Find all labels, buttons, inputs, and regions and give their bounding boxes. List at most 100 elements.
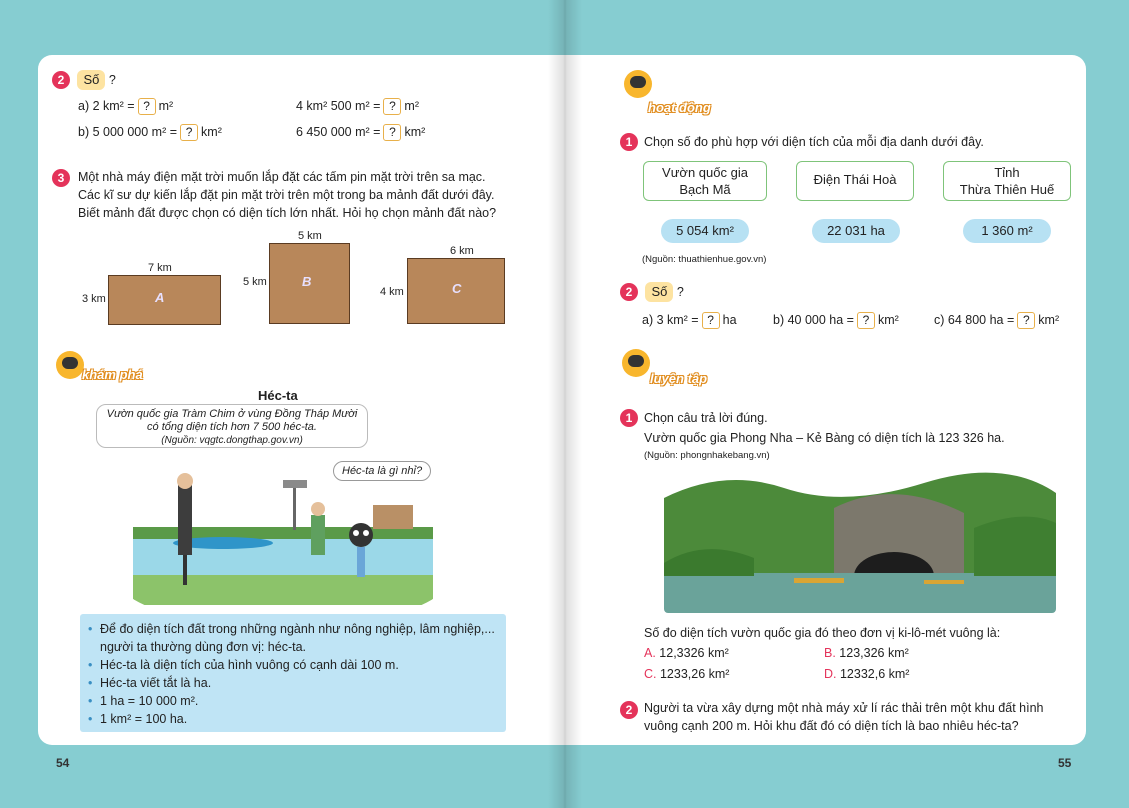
plot-b-width: 5 km xyxy=(298,230,322,242)
ex3-line-2: Các kĩ sư dự kiến lắp đặt pin mặt trời t… xyxy=(78,188,495,202)
explore-title: khám phá xyxy=(82,367,143,382)
item-text: a) 3 km² = xyxy=(642,313,699,327)
plot-c-height: 4 km xyxy=(380,286,404,298)
place-line-1: Vườn quốc gia xyxy=(662,165,748,180)
item-text: c) 64 800 ha = xyxy=(934,313,1015,327)
activity-ex2-item-b: b) 40 000 ha =? km² xyxy=(773,311,899,330)
activity-ex2-label: Số xyxy=(645,282,674,302)
activity-ex1-number: 1 xyxy=(620,133,638,151)
area-pill-2[interactable]: 22 031 ha xyxy=(812,219,900,243)
activity-ex2-number: 2 xyxy=(620,283,638,301)
option-value: 12,3326 km² xyxy=(659,646,729,660)
answer-box[interactable]: ? xyxy=(180,124,199,142)
option-key: B. xyxy=(824,646,836,660)
option-d[interactable]: D. 12332,6 km² xyxy=(824,667,909,681)
robot-icon xyxy=(624,70,652,98)
ex2-d-unit: km² xyxy=(404,125,426,139)
answer-box[interactable]: ? xyxy=(383,98,402,116)
speech-bubble: Héc-ta là gì nhỉ? xyxy=(333,461,432,481)
activity-ex2-header: 2 Số ? xyxy=(620,282,684,302)
info-line: Để đo diện tích đất trong những ngành nh… xyxy=(88,620,496,638)
item-unit: km² xyxy=(1038,313,1060,327)
plot-a-height: 3 km xyxy=(82,293,106,305)
book-spread: 2 Số ? a) 2 km² =? m² b) 5 000 000 m² =? k… xyxy=(0,0,1129,808)
book-gutter xyxy=(548,0,582,808)
info-line-continued: người ta thường dùng đơn vị: héc-ta. xyxy=(100,640,307,654)
plot-b-height: 5 km xyxy=(243,276,267,288)
ex2-item-c: 4 km² 500 m² =? m² xyxy=(296,97,419,116)
practice-ex2-text: Người ta vừa xây dựng một nhà máy xử lí … xyxy=(644,699,1074,735)
place-card-bach-ma[interactable]: Vườn quốc gia Bạch Mã xyxy=(643,161,767,201)
place-line-2: Bạch Mã xyxy=(679,182,731,197)
park-scene-svg xyxy=(133,465,433,605)
ex2-question-mark: ? xyxy=(108,73,116,87)
option-key: D. xyxy=(824,667,837,681)
practice-ex1-fact: Vườn quốc gia Phong Nha – Kẻ Bàng có diệ… xyxy=(644,431,1005,445)
cave-photo xyxy=(664,468,1056,613)
right-page: hoạt động 1 Chọn số đo phù hợp với diện … xyxy=(562,55,1086,745)
practice-title: luyện tập xyxy=(650,371,708,386)
ex3-line-1: Một nhà máy điện mặt trời muốn lắp đặt c… xyxy=(78,170,486,184)
ex2-item-d: 6 450 000 m² =? km² xyxy=(296,123,426,142)
ex3-line-3: Biết mảnh đất được chọn có diện tích lớn… xyxy=(78,206,497,220)
ex2-label: Số xyxy=(77,70,106,90)
robot-icon xyxy=(56,351,84,379)
place-card-thai-hoa[interactable]: Điện Thái Hoà xyxy=(796,161,914,201)
practice-ex1-question: Số đo diện tích vườn quốc gia đó theo đơ… xyxy=(644,626,1001,640)
option-key: C. xyxy=(644,667,657,681)
activity-ex1-text: Chọn số đo phù hợp với diện tích của mỗi… xyxy=(644,135,984,149)
answer-box[interactable]: ? xyxy=(383,124,402,142)
ex2-number: 2 xyxy=(52,71,70,89)
place-line-2: Thừa Thiên Huế xyxy=(959,182,1055,197)
answer-box[interactable]: ? xyxy=(856,312,875,330)
option-a[interactable]: A. 12,3326 km² xyxy=(644,646,729,660)
place-card-thua-thien-hue[interactable]: Tỉnh Thừa Thiên Huế xyxy=(943,161,1071,201)
option-key: A. xyxy=(644,646,656,660)
option-c[interactable]: C. 1233,26 km² xyxy=(644,667,729,681)
page-number-right: 55 xyxy=(1058,756,1072,770)
option-b[interactable]: B. 123,326 km² xyxy=(824,646,909,660)
ex2-b-text: b) 5 000 000 m² = xyxy=(78,125,178,139)
ex2-c-text: 4 km² 500 m² = xyxy=(296,99,381,113)
answer-box[interactable]: ? xyxy=(137,98,156,116)
quote-line-2: có tổng diện tích hơn 7 500 héc-ta. xyxy=(147,421,317,433)
item-unit: ha xyxy=(722,313,737,327)
cave-photo-svg xyxy=(664,468,1056,613)
plot-a-width: 7 km xyxy=(148,262,172,274)
plot-a: A xyxy=(108,275,221,325)
answer-box[interactable]: ? xyxy=(701,312,720,330)
place-line-1: Điện Thái Hoà xyxy=(813,172,897,187)
ex2-a-text: a) 2 km² = xyxy=(78,99,135,113)
quote-line-1: Vườn quốc gia Tràm Chim ở vùng Đồng Tháp… xyxy=(106,408,358,420)
plot-a-letter: A xyxy=(155,290,165,305)
ex3-number: 3 xyxy=(52,169,70,187)
activity-ex2-question-mark: ? xyxy=(676,285,684,299)
area-pill-1[interactable]: 5 054 km² xyxy=(661,219,749,243)
plot-b-letter: B xyxy=(302,274,312,289)
option-value: 12332,6 km² xyxy=(839,667,910,681)
plot-c: C xyxy=(407,258,505,324)
ex2-b-unit: km² xyxy=(201,125,222,139)
plot-b: B xyxy=(269,243,350,324)
option-value: 1233,26 km² xyxy=(659,667,730,681)
info-line: 1 ha = 10 000 m². xyxy=(88,692,496,710)
practice-ex2-line-2: vuông cạnh 200 m. Hỏi khu đất đó có diện… xyxy=(644,719,1019,733)
park-illustration xyxy=(133,465,433,605)
practice-ex2-number: 2 xyxy=(620,701,638,719)
item-text: b) 40 000 ha = xyxy=(773,313,854,327)
place-line-1: Tỉnh xyxy=(994,165,1020,180)
info-line: 1 km² = 100 ha. xyxy=(88,710,496,728)
activity-ex2-item-a: a) 3 km² =? ha xyxy=(642,311,737,330)
plot-c-width: 6 km xyxy=(450,245,474,257)
practice-ex2-line-1: Người ta vừa xây dựng một nhà máy xử lí … xyxy=(644,701,1044,715)
ex2-item-a: a) 2 km² =? m² xyxy=(78,97,174,116)
activity-ex2-item-c: c) 64 800 ha =? km² xyxy=(934,311,1060,330)
answer-box[interactable]: ? xyxy=(1017,312,1036,330)
ex2-header: 2 Số ? xyxy=(52,70,116,90)
area-pill-3[interactable]: 1 360 m² xyxy=(963,219,1051,243)
ex2-c-unit: m² xyxy=(404,99,419,113)
practice-ex1-text: Chọn câu trả lời đúng. xyxy=(644,411,768,425)
quote-source: (Nguồn: vqgtc.dongthap.gov.vn) xyxy=(161,435,303,446)
ex2-a-unit: m² xyxy=(158,99,174,113)
explore-heading: Héc-ta xyxy=(258,388,298,403)
